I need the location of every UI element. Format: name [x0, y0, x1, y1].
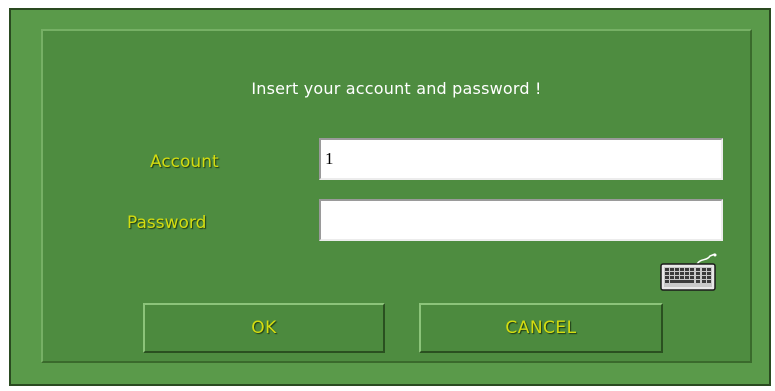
cancel-button[interactable]: CANCEL: [419, 303, 663, 353]
dialog-title: Insert your account and password !: [251, 79, 542, 98]
account-input[interactable]: [319, 138, 723, 180]
cancel-button-label: CANCEL: [505, 318, 577, 338]
login-dialog-frame: Insert your account and password ! Accou…: [9, 8, 771, 386]
password-label: Password: [127, 213, 207, 233]
ok-button-label: OK: [251, 318, 277, 338]
account-label: Account: [150, 152, 219, 172]
virtual-keyboard-icon[interactable]: [655, 252, 721, 294]
ok-button[interactable]: OK: [143, 303, 385, 353]
login-dialog-panel: Insert your account and password ! Accou…: [41, 29, 752, 363]
password-input[interactable]: [319, 199, 723, 241]
